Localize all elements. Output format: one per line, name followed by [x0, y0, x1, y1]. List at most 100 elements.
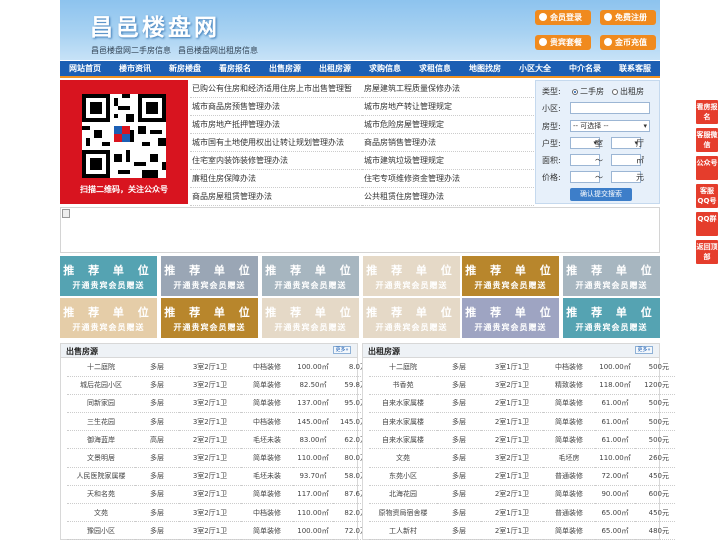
table-row[interactable]: 书香苑 多层 3室2厅1卫 精致装修 118.00㎡ 1200元 [369, 376, 675, 395]
table-row[interactable]: 文苑 多层 3室2厅1卫 毛坯房 110.00㎡ 260元 [369, 448, 675, 468]
nav-item-map[interactable]: 地图找房 [460, 61, 510, 76]
recommended-ad[interactable]: 推 荐 单 位开通贵宾会员赠送 [161, 298, 258, 338]
listing-community[interactable]: 文苑 [67, 503, 135, 523]
nav-item-contact[interactable]: 联系客服 [610, 61, 660, 76]
recommended-ad[interactable]: 推 荐 单 位开通贵宾会员赠送 [363, 298, 460, 338]
float-viewing-signup-button[interactable]: 看房报名 [696, 100, 718, 124]
more-button[interactable]: 更多» [333, 346, 351, 354]
table-row[interactable]: 十二庭院 多层 3室2厅1卫 中档装修 100.00㎡ 8.0万 [67, 358, 373, 377]
nav-item-news[interactable]: 楼市资讯 [110, 61, 160, 76]
policy-link[interactable]: 已购公有住房和经济适用住房上市出售管理暂 [190, 80, 362, 98]
header-link-rental[interactable]: 昌邑楼盘网出租房信息 [178, 45, 258, 56]
policy-link[interactable]: 商品房屋租赁管理办法 [190, 188, 362, 206]
policy-link[interactable]: 城市商品房预售管理办法 [190, 98, 362, 116]
layout-select[interactable]: -- 可选择 -- [570, 120, 650, 132]
listing-community[interactable]: 东苑小区 [369, 467, 437, 486]
table-row[interactable]: 东苑小区 多层 2室1厅1卫 普通装修 72.00㎡ 450元 [369, 467, 675, 486]
listing-community[interactable]: 御海蓝岸 [67, 430, 135, 450]
table-row[interactable]: 文苑 多层 3室2厅1卫 中档装修 110.00㎡ 82.0万 [67, 503, 373, 523]
recommended-ad[interactable]: 推 荐 单 位开通贵宾会员赠送 [363, 256, 460, 296]
search-submit-button[interactable]: 确认提交搜索 [570, 188, 632, 201]
type-radio-secondhand[interactable]: 二手房 [572, 86, 604, 97]
table-row[interactable]: 自来水家属楼 多层 2室1厅1卫 简单装修 61.00㎡ 500元 [369, 412, 675, 432]
listing-community[interactable]: 天和名苑 [67, 485, 135, 505]
table-row[interactable]: 御海蓝岸 高层 2室2厅1卫 毛坯未装 83.00㎡ 62.0万 [67, 430, 373, 450]
float-qq-service-button[interactable]: 客服QQ号 [696, 184, 718, 208]
policy-link[interactable]: 城市危险房屋管理规定 [362, 116, 534, 134]
listing-community[interactable]: 工人新村 [369, 521, 437, 540]
float-official-account-button[interactable]: 公众号 [696, 156, 718, 180]
table-row[interactable]: 天和名苑 多层 3室2厅1卫 简单装修 117.00㎡ 87.6万 [67, 485, 373, 505]
more-button[interactable]: 更多» [635, 346, 653, 354]
listing-layout: 3室2厅1卫 [179, 358, 241, 377]
recommended-ad[interactable]: 推 荐 单 位开通贵宾会员赠送 [462, 298, 559, 338]
table-row[interactable]: 人民医院家属楼 多层 3室2厅1卫 毛坯未装 93.70㎡ 58.0万 [67, 467, 373, 486]
listing-community[interactable]: 同新家园 [67, 394, 135, 414]
listing-community[interactable]: 书香苑 [369, 376, 437, 395]
table-row[interactable]: 工人新村 多层 2室1厅1卫 简单装修 65.00㎡ 480元 [369, 521, 675, 540]
policy-link[interactable]: 住宅室内装饰装修管理办法 [190, 152, 362, 170]
table-row[interactable]: 十二庭院 多层 3室1厅1卫 中档装修 100.00㎡ 500元 [369, 358, 675, 377]
listing-community[interactable]: 文苑 [369, 448, 437, 468]
nav-item-rent[interactable]: 出租房源 [310, 61, 360, 76]
login-button[interactable]: 会员登录 [535, 10, 591, 25]
nav-item-wanted-buy[interactable]: 求购信息 [360, 61, 410, 76]
nav-item-communities[interactable]: 小区大全 [510, 61, 560, 76]
table-row[interactable]: 文景明居 多层 3室2厅1卫 简单装修 110.00㎡ 80.0万 [67, 448, 373, 468]
table-row[interactable]: 原物资局宿舍楼 多层 2室1厅1卫 普通装修 65.00㎡ 450元 [369, 503, 675, 523]
policy-link[interactable]: 房屋建筑工程质量保修办法 [362, 80, 534, 98]
table-row[interactable]: 北海花园 多层 2室2厅1卫 简单装修 90.00㎡ 600元 [369, 485, 675, 505]
recommended-ad[interactable]: 推 荐 单 位开通贵宾会员赠送 [60, 298, 157, 338]
nav-item-home[interactable]: 网站首页 [60, 61, 110, 76]
listing-community[interactable]: 人民医院家属楼 [67, 467, 135, 486]
listing-community[interactable]: 文景明居 [67, 448, 135, 468]
listing-community[interactable]: 十二庭院 [67, 358, 135, 377]
recommended-ad[interactable]: 推 荐 单 位开通贵宾会员赠送 [60, 256, 157, 296]
nav-item-new-homes[interactable]: 新房楼盘 [160, 61, 210, 76]
listing-community[interactable]: 自来水家属楼 [369, 394, 437, 414]
listing-community[interactable]: 北海花园 [369, 485, 437, 505]
table-row[interactable]: 城后花园小区 多层 3室2厅1卫 简单装修 82.50㎡ 59.8万 [67, 376, 373, 395]
type-radio-rental[interactable]: 出租房 [612, 86, 644, 97]
coin-recharge-button[interactable]: 金币充值 [600, 35, 656, 50]
nav-item-agencies[interactable]: 中介名录 [560, 61, 610, 76]
policy-link[interactable]: 商品房销售管理办法 [362, 134, 534, 152]
header-link-secondhand[interactable]: 昌邑楼盘网二手房信息 [91, 45, 171, 56]
policy-link[interactable]: 廉租住房保障办法 [190, 170, 362, 188]
recommended-ad[interactable]: 推 荐 单 位开通贵宾会员赠送 [262, 256, 359, 296]
float-wechat-service-button[interactable]: 客服微信 [696, 128, 718, 152]
community-input[interactable] [570, 102, 650, 114]
recommended-ad[interactable]: 推 荐 单 位开通贵宾会员赠送 [161, 256, 258, 296]
policy-link[interactable]: 住宅专项维修资金管理办法 [362, 170, 534, 188]
listing-community[interactable]: 城后花园小区 [67, 376, 135, 395]
vip-package-button[interactable]: 贵宾套餐 [535, 35, 591, 50]
listing-community[interactable]: 自来水家属楼 [369, 430, 437, 450]
table-row[interactable]: 自来水家属楼 多层 2室1厅1卫 简单装修 61.00㎡ 500元 [369, 430, 675, 450]
policy-link[interactable]: 城市房地产转让管理规定 [362, 98, 534, 116]
recommended-ad[interactable]: 推 荐 单 位开通贵宾会员赠送 [462, 256, 559, 296]
nav-item-sale[interactable]: 出售房源 [260, 61, 310, 76]
site-logo[interactable]: 昌邑楼盘网 [90, 8, 220, 42]
policy-link[interactable]: 城市房地产抵押管理办法 [190, 116, 362, 134]
table-row[interactable]: 豫园小区 多层 3室2厅1卫 简单装修 100.00㎡ 72.0万 [67, 521, 373, 540]
policy-link[interactable]: 城市建筑垃圾管理规定 [362, 152, 534, 170]
recommended-ad[interactable]: 推 荐 单 位开通贵宾会员赠送 [563, 298, 660, 338]
listing-community[interactable]: 十二庭院 [369, 358, 437, 377]
policy-link[interactable]: 公共租赁住房管理办法 [362, 188, 534, 206]
listing-community[interactable]: 自来水家属楼 [369, 412, 437, 432]
recommended-ad[interactable]: 推 荐 单 位开通贵宾会员赠送 [262, 298, 359, 338]
listing-community[interactable]: 豫园小区 [67, 521, 135, 540]
nav-item-wanted-rent[interactable]: 求租信息 [410, 61, 460, 76]
listing-community[interactable]: 三生花园 [67, 412, 135, 432]
ad-banner[interactable] [60, 207, 660, 253]
recommended-ad[interactable]: 推 荐 单 位开通贵宾会员赠送 [563, 256, 660, 296]
float-qq-group-button[interactable]: QQ群 [696, 212, 718, 236]
register-button[interactable]: 免费注册 [600, 10, 656, 25]
listing-community[interactable]: 原物资局宿舍楼 [369, 503, 437, 523]
table-row[interactable]: 三生花园 多层 3室2厅1卫 中档装修 145.00㎡ 145.0万 [67, 412, 373, 432]
nav-item-viewing-signup[interactable]: 看房报名 [210, 61, 260, 76]
table-row[interactable]: 自来水家属楼 多层 2室1厅1卫 简单装修 61.00㎡ 500元 [369, 394, 675, 414]
table-row[interactable]: 同新家园 多层 3室2厅1卫 简单装修 137.00㎡ 95.0万 [67, 394, 373, 414]
policy-link[interactable]: 城市国有土地使用权出让转让规划管理办法 [190, 134, 362, 152]
float-back-to-top-button[interactable]: 返回顶部 [696, 240, 718, 264]
